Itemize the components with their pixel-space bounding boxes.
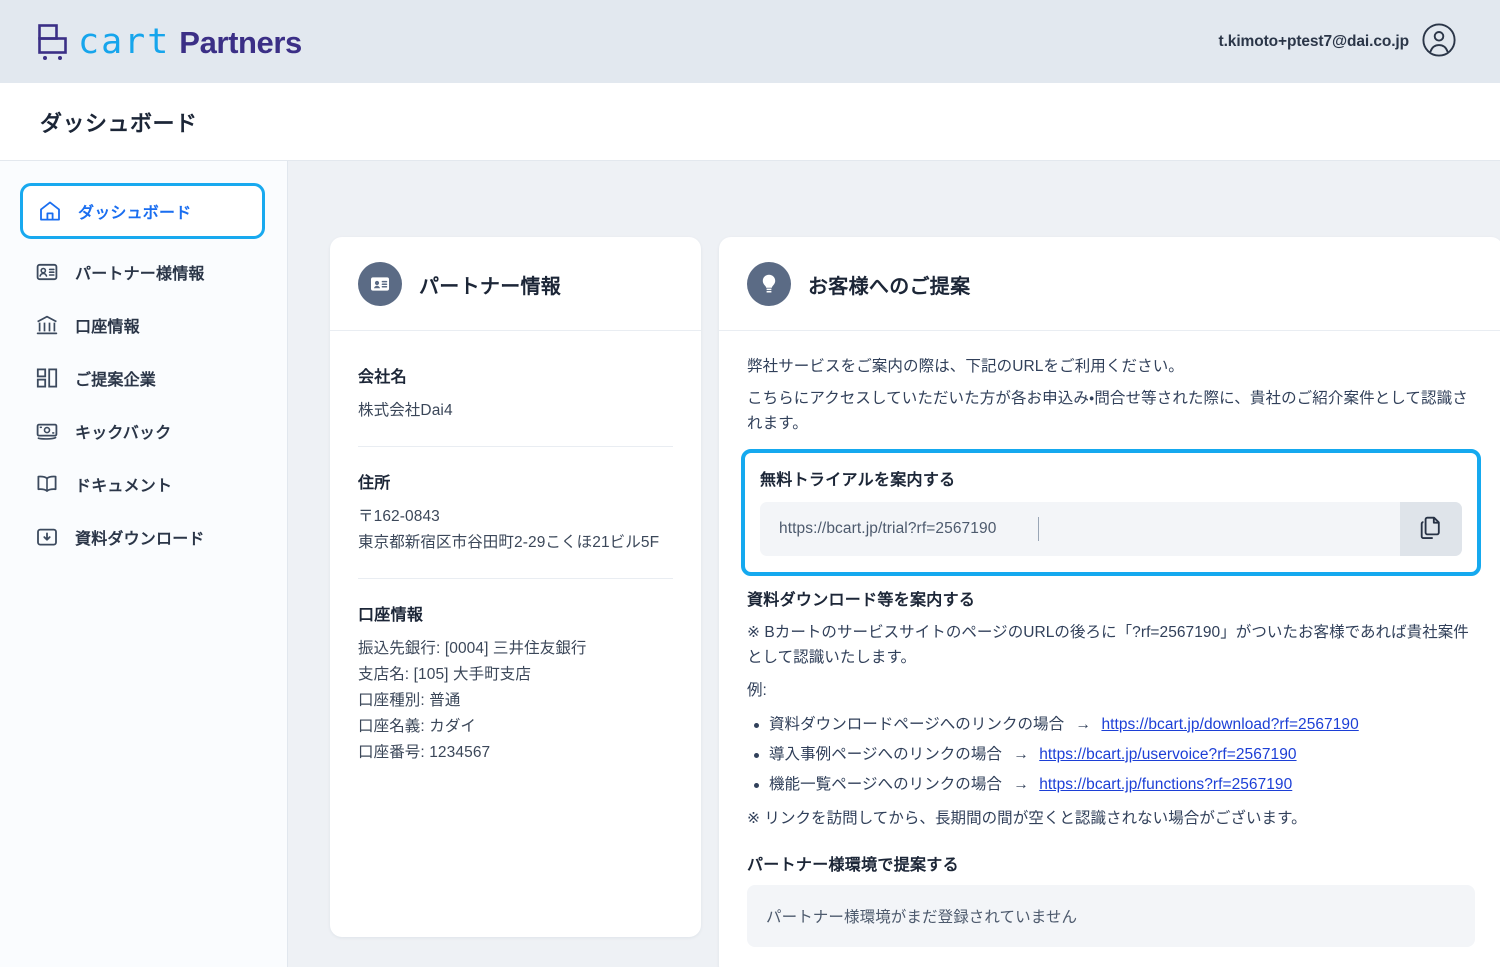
list-item: 機能一覧ページへのリンクの場合 → https://bcart.jp/funct… <box>747 770 1475 800</box>
partner-info-card-title: パートナー情報 <box>419 275 562 298</box>
buildings-icon <box>34 365 60 391</box>
main-content: パートナー情報 会社名 株式会社Dai4 住所 〒162-0843 東京都新宿区… <box>288 161 1500 967</box>
value-line: 支店名: [105] 大手町支店 <box>358 666 531 684</box>
sidebar-item-label: ご提案企業 <box>75 372 157 389</box>
partner-environment-empty-state: パートナー様環境がまだ登録されていません <box>747 885 1475 948</box>
sidebar-item-material-download[interactable]: 資料ダウンロード <box>20 514 265 560</box>
download-section-label: 資料ダウンロード等を案内する <box>747 592 976 610</box>
trial-url-field[interactable]: https://bcart.jp/trial?rf=2567190 <box>760 502 1462 557</box>
sidebar-item-kickback[interactable]: キックバック <box>20 408 265 454</box>
download-section: 資料ダウンロード等を案内する ※ BカートのサービスサイトのページのURLの後ろ… <box>747 586 1475 831</box>
value-line: 東京都新宿区市谷田町2-29こくほ21ビル5F <box>358 534 660 552</box>
download-section-footnote: ※ リンクを訪問してから、長期間の間が空くと認識されない場合がございます。 <box>747 810 1307 828</box>
sidebar-item-label: 資料ダウンロード <box>75 531 205 548</box>
sidebar-item-label: 口座情報 <box>75 319 140 336</box>
intro-line-2: こちらにアクセスしていただいた方が各お申込み・問合せ等された際に、貴社のご紹介案… <box>747 390 1468 433</box>
field-company-name: 会社名 株式会社Dai4 <box>358 341 673 446</box>
example-text: 導入事例ページへのリンクの場合 <box>769 745 1002 763</box>
field-address: 住所 〒162-0843 東京都新宿区市谷田町2-29こくほ21ビル5F <box>358 446 673 578</box>
intro-line-1: 弊社サービスをご案内の際は、下記のURLをご利用ください。 <box>747 358 1184 375</box>
field-label: 口座情報 <box>358 607 424 625</box>
customer-proposal-card: お客様へのご提案 弊社サービスをご案内の際は、下記のURLをご利用ください。 こ… <box>719 237 1500 967</box>
value-line: 口座種別: 普通 <box>358 692 461 710</box>
sidebar-item-label: ダッシュボード <box>78 205 192 222</box>
trial-url-highlight-box: 無料トライアルを案内する https://bcart.jp/trial?rf=2… <box>741 449 1481 577</box>
sidebar-item-partner-info[interactable]: パートナー様情報 <box>20 249 265 295</box>
download-example-label: 例: <box>747 681 767 699</box>
trial-url-input[interactable]: https://bcart.jp/trial?rf=2567190 <box>760 502 1400 556</box>
customer-proposal-card-header: お客様へのご提案 <box>719 237 1500 331</box>
account-email: t.kimoto+ptest7@dai.co.jp <box>1218 32 1410 50</box>
customer-proposal-card-body: 弊社サービスをご案内の際は、下記のURLをご利用ください。 こちらにアクセスして… <box>719 331 1500 967</box>
sidebar-item-dashboard[interactable]: ダッシュボード <box>20 183 265 239</box>
arrow-icon: → <box>1013 745 1029 763</box>
field-label: 会社名 <box>358 369 407 386</box>
sidebar-item-document[interactable]: ドキュメント <box>20 461 265 507</box>
list-item: 資料ダウンロードページへのリンクの場合 → https://bcart.jp/d… <box>747 710 1475 740</box>
partner-info-card: パートナー情報 会社名 株式会社Dai4 住所 〒162-0843 東京都新宿区… <box>330 237 701 937</box>
partner-info-card-body: 会社名 株式会社Dai4 住所 〒162-0843 東京都新宿区市谷田町2-29… <box>330 331 701 816</box>
sidebar-item-label: ドキュメント <box>75 478 173 495</box>
folder-download-icon <box>34 524 60 550</box>
example-link[interactable]: https://bcart.jp/download?rf=2567190 <box>1101 716 1358 733</box>
sidebar-item-label: パートナー様情報 <box>75 266 205 283</box>
sidebar-item-proposed-companies[interactable]: ご提案企業 <box>20 355 265 401</box>
body-wrapper: ダッシュボード パートナー様情報 口座情報 ご提案企業 キックバック ドキュメン… <box>0 161 1500 967</box>
download-section-note: ※ BカートのサービスサイトのページのURLの後ろに「?rf=2567190」が… <box>747 624 1469 667</box>
account-area[interactable]: t.kimoto+ptest7@dai.co.jp <box>1218 22 1456 61</box>
example-link[interactable]: https://bcart.jp/uservoice?rf=2567190 <box>1039 746 1296 763</box>
field-label: 住所 <box>358 475 391 493</box>
id-card-icon <box>358 262 402 306</box>
value-line: 〒162-0843 <box>358 508 440 526</box>
partner-info-card-header: パートナー情報 <box>330 237 701 331</box>
banknote-icon <box>34 418 60 444</box>
download-example-list: 資料ダウンロードページへのリンクの場合 → https://bcart.jp/d… <box>747 710 1475 801</box>
value-line: 振込先銀行: [0004] 三井住友銀行 <box>358 640 587 658</box>
arrow-icon: → <box>1013 776 1029 794</box>
app-root: cart Partners t.kimoto+ptest7@dai.co.jp … <box>0 0 1500 967</box>
brand-cart-text: cart <box>78 21 171 62</box>
sidebar-item-label: キックバック <box>75 425 172 442</box>
page-title: ダッシュボード <box>40 110 198 136</box>
value-line: 株式会社Dai4 <box>358 402 453 419</box>
arrow-icon: → <box>1075 715 1092 733</box>
lightbulb-icon <box>747 262 791 306</box>
page-title-bar: ダッシュボード <box>0 83 1500 161</box>
book-icon <box>34 471 60 497</box>
id-card-icon <box>34 259 60 285</box>
partner-environment-section: パートナー様環境で提案する パートナー様環境がまだ登録されていません <box>747 851 1475 948</box>
customer-proposal-card-title: お客様へのご提案 <box>808 275 971 298</box>
partner-environment-label: パートナー様環境で提案する <box>747 857 959 875</box>
user-circle-icon[interactable] <box>1422 22 1456 61</box>
copy-icon <box>1418 514 1444 544</box>
copy-url-button[interactable] <box>1400 502 1462 557</box>
example-text: 機能一覧ページへのリンクの場合 <box>769 776 1002 794</box>
brand-logo[interactable]: cart Partners <box>36 20 302 64</box>
example-text: 資料ダウンロードページへのリンクの場合 <box>769 715 1065 733</box>
sidebar-item-account-info[interactable]: 口座情報 <box>20 302 265 348</box>
brand-partners-text: Partners <box>179 24 302 60</box>
field-value: 振込先銀行: [0004] 三井住友銀行 支店名: [105] 大手町支店 口座… <box>358 636 673 766</box>
bcart-logo-icon <box>36 23 72 61</box>
top-bar: cart Partners t.kimoto+ptest7@dai.co.jp <box>0 0 1500 83</box>
value-line: 口座番号: 1234567 <box>358 744 491 762</box>
trial-section-label: 無料トライアルを案内する <box>760 472 956 490</box>
sidebar: ダッシュボード パートナー様情報 口座情報 ご提案企業 キックバック ドキュメン… <box>0 161 288 967</box>
field-bank-account: 口座情報 振込先銀行: [0004] 三井住友銀行 支店名: [105] 大手町… <box>358 578 673 788</box>
example-link[interactable]: https://bcart.jp/functions?rf=2567190 <box>1039 776 1292 793</box>
bank-icon <box>34 312 60 338</box>
home-icon <box>37 198 63 224</box>
field-value: 株式会社Dai4 <box>358 398 673 424</box>
list-item: 導入事例ページへのリンクの場合 → https://bcart.jp/userv… <box>747 740 1475 770</box>
value-line: 口座名義: カダイ <box>358 718 477 736</box>
field-value: 〒162-0843 東京都新宿区市谷田町2-29こくほ21ビル5F <box>358 504 673 556</box>
